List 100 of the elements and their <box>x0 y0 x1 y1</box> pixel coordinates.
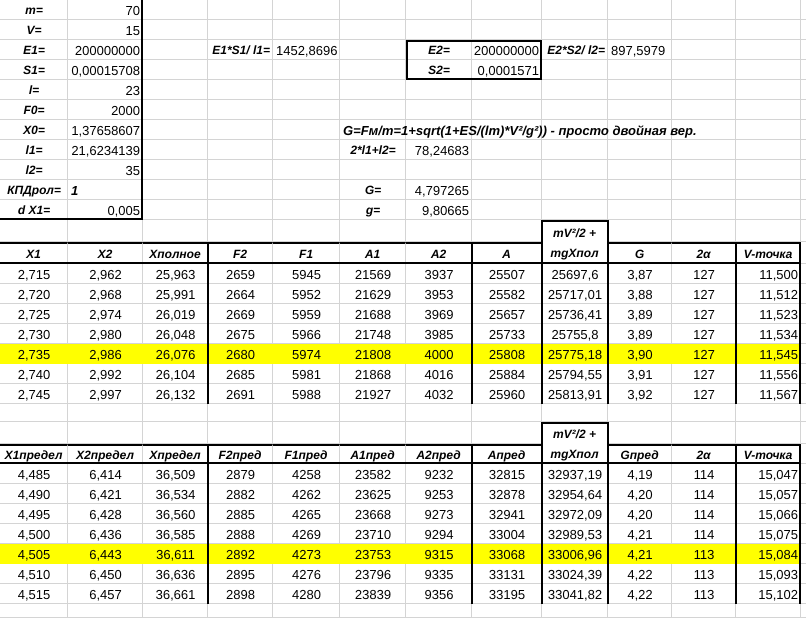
parameter-label: E1*S1/ l1= <box>211 42 271 59</box>
table-cell-text: 4276 <box>291 566 322 584</box>
table-cell-text: 5988 <box>291 386 322 404</box>
parameter-label: 2*l1+l2= <box>349 142 397 159</box>
table-cell-text: 26,048 <box>154 326 196 344</box>
table-cell-text: 15,093 <box>757 566 799 584</box>
table-cell-text: 32989,53 <box>546 526 604 544</box>
table-cell-text: 11,556 <box>758 366 799 384</box>
table-cell-text: 2,986 <box>88 346 123 364</box>
parameter-label: S1= <box>22 62 46 79</box>
table-cell-text: 127 <box>692 346 716 364</box>
table-cell-text: 32972,09 <box>546 506 604 524</box>
table-cell-text: 32941 <box>488 506 526 524</box>
table-cell-text: 127 <box>692 286 716 304</box>
parameter-value: 2000 <box>110 102 141 120</box>
table-cell-text: 2,992 <box>88 366 123 384</box>
table-cell-text: 26,019 <box>154 306 196 324</box>
table-cell-text: 6,428 <box>88 506 123 524</box>
table-cell-text: 11,500 <box>758 266 799 284</box>
table-cell-text: 4,20 <box>626 506 654 524</box>
table-cell-text: 23668 <box>354 506 392 524</box>
parameter-label: l= <box>28 82 40 99</box>
table-cell-text: 6,436 <box>88 526 123 544</box>
table-cell-text: 3985 <box>424 326 454 344</box>
table-cell-text: 25736,41 <box>546 306 604 324</box>
table-cell-text: 6,450 <box>88 566 123 584</box>
table-cell-text: 21927 <box>354 386 392 404</box>
table-cell-text: 36,636 <box>154 566 196 584</box>
table-cell-text: 4000 <box>424 346 454 364</box>
table-cell-text: 25775,18 <box>546 346 604 364</box>
table-cell-text: 5945 <box>291 266 322 284</box>
parameter-label: КПДрол= <box>6 182 62 199</box>
table-cell-text: 11,567 <box>758 386 799 404</box>
parameter-value: 1 <box>70 182 80 200</box>
table-cell-text: 23796 <box>354 566 392 584</box>
table-cell-text: 3,91 <box>626 366 654 384</box>
table-cell-text: 2,962 <box>88 266 123 284</box>
parameter-label: F0= <box>22 102 46 119</box>
table-cell-text: 127 <box>692 306 716 324</box>
table-cell-text: 5966 <box>291 326 322 344</box>
parameter-label: E2*S2/ l2= <box>546 42 606 59</box>
table-cell-text: 2,735 <box>16 346 52 364</box>
table-cell-text: 2888 <box>225 526 256 544</box>
table-cell-text: 33195 <box>488 586 526 604</box>
table-cell-text: 113 <box>692 586 716 604</box>
table-cell-text: 3,90 <box>626 346 654 364</box>
table-cell-text: 9273 <box>424 506 454 524</box>
parameter-value: 0,00015708 <box>70 62 141 80</box>
table-cell-text: 4,19 <box>626 466 654 484</box>
parameter-value: 200000000 <box>472 42 540 60</box>
table-cell-text: 4,22 <box>626 566 654 584</box>
parameter-value: 4,797265 <box>414 182 470 200</box>
table-cell-text: 25717,01 <box>546 286 604 304</box>
table-cell-text: 11,523 <box>758 306 799 324</box>
table-cell-text: 15,066 <box>757 506 799 524</box>
table-cell-text: 25582 <box>488 286 526 304</box>
table-cell-text: 32954,64 <box>546 486 604 504</box>
table-cell-text: 5981 <box>291 366 322 384</box>
table-cell-text: 127 <box>692 266 716 284</box>
table-cell-text: 25884 <box>488 366 526 384</box>
table-cell-text: 4,20 <box>626 486 654 504</box>
table-cell-text: 2898 <box>225 586 256 604</box>
table-cell-text: 9315 <box>424 546 454 564</box>
table-cell-text: 25755,8 <box>550 326 600 344</box>
parameter-value: 15 <box>124 22 141 40</box>
table-cell-text: 2,720 <box>16 286 52 304</box>
table-cell-text: 3,92 <box>626 386 654 404</box>
parameter-label: l2= <box>24 162 44 179</box>
table-cell-text: 33131 <box>488 566 526 584</box>
table-cell-text: 25960 <box>488 386 526 404</box>
table-cell-text: 114 <box>692 526 716 544</box>
parameter-label: E1= <box>22 42 46 59</box>
table-cell-text: 4262 <box>291 486 322 504</box>
table-cell-text: 32937,19 <box>546 466 604 484</box>
table-cell-text: 4269 <box>291 526 322 544</box>
table-cell-text: 3,89 <box>626 326 654 344</box>
parameter-value: 70 <box>124 2 141 20</box>
table-cell-text: 36,560 <box>154 506 196 524</box>
table-cell-text: 5959 <box>291 306 322 324</box>
table-cell-text: 33006,96 <box>546 546 604 564</box>
table-cell-text: 2675 <box>225 326 256 344</box>
table-cell-text: 2879 <box>225 466 256 484</box>
table-cell-text: 15,102 <box>757 586 799 604</box>
table-cell-text: 23753 <box>354 546 392 564</box>
table-cell-text: 9232 <box>424 466 454 484</box>
table-cell-text: 6,443 <box>88 546 123 564</box>
table-cell-text: 21688 <box>354 306 392 324</box>
table-cell-text: 26,076 <box>154 346 196 364</box>
table-cell-text: 25697,6 <box>550 266 600 284</box>
parameter-label: G= <box>364 182 382 199</box>
table-cell-text: 3953 <box>424 286 454 304</box>
parameter-label: m= <box>24 2 44 19</box>
parameter-value: 9,80665 <box>421 202 470 220</box>
table-cell-text: 3,88 <box>626 286 654 304</box>
table-cell-text: 9294 <box>424 526 454 544</box>
table-cell-text: 25,963 <box>154 266 196 284</box>
table-cell-text: 4016 <box>424 366 454 384</box>
table-cell-text: 4,485 <box>16 466 52 484</box>
table-cell-text: 3,87 <box>626 266 654 284</box>
table-cell-text: 15,047 <box>757 466 799 484</box>
